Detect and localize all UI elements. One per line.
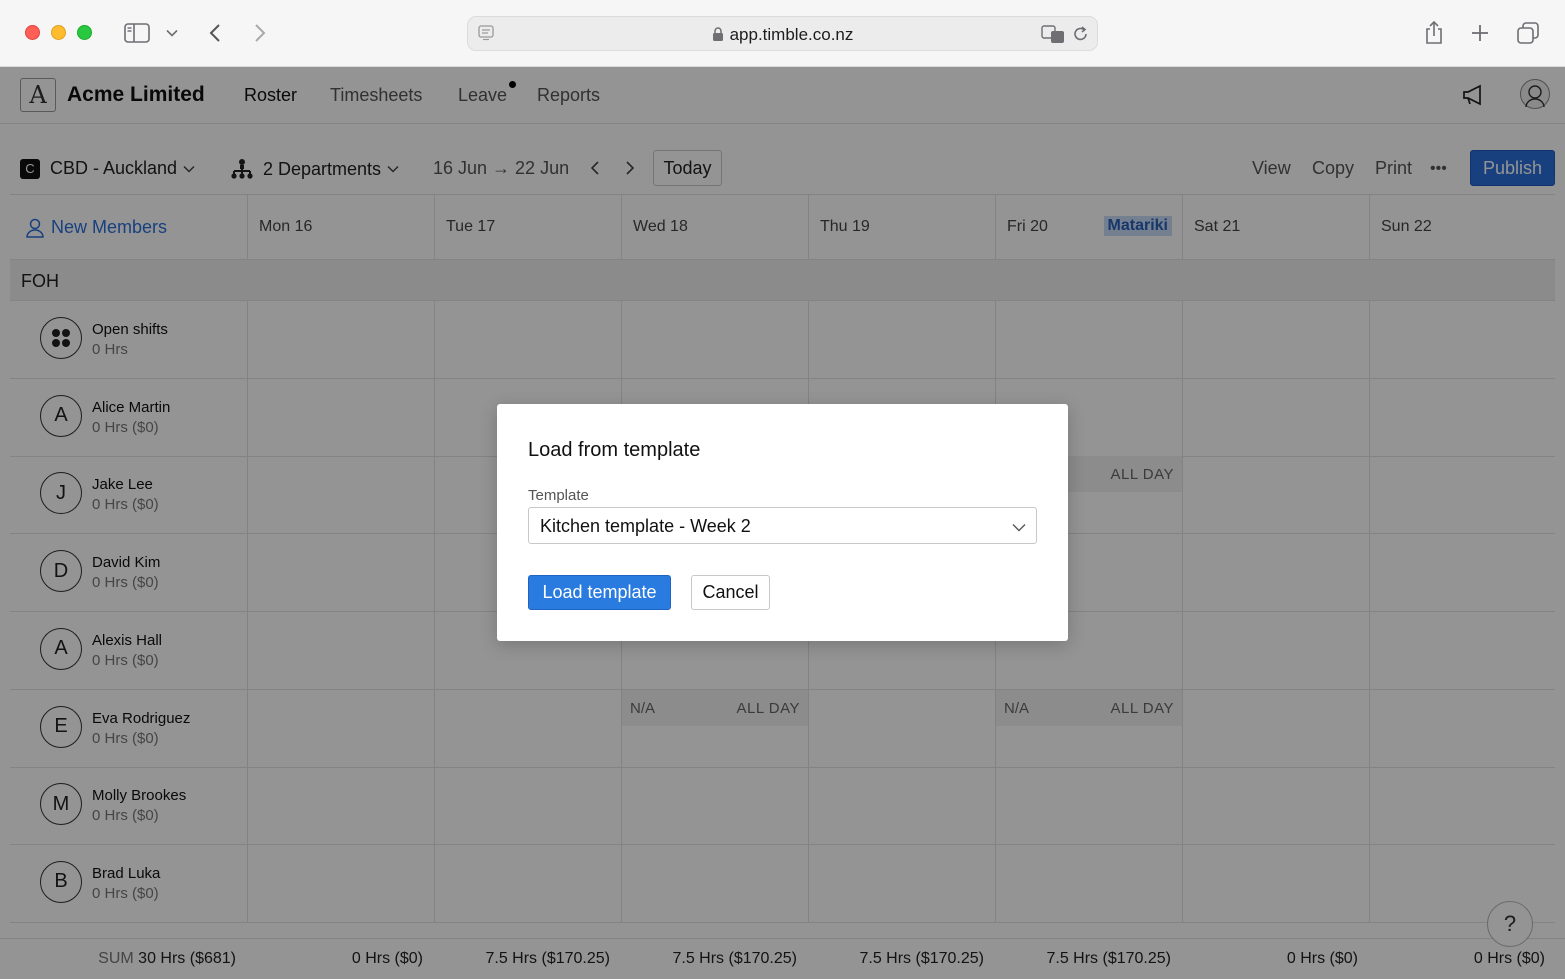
template-select-value: Kitchen template - Week 2 — [540, 516, 751, 536]
chevron-down-icon — [1012, 516, 1026, 537]
new-tab-icon[interactable] — [1469, 18, 1491, 48]
reload-icon[interactable] — [1073, 25, 1089, 48]
cancel-button[interactable]: Cancel — [691, 575, 770, 610]
address-bar[interactable]: app.timble.co.nz — [467, 16, 1098, 51]
tab-overview-icon[interactable] — [1516, 18, 1540, 48]
minimize-window-button[interactable] — [51, 25, 66, 40]
back-arrow-icon[interactable] — [204, 18, 226, 48]
translate-icon[interactable] — [1041, 24, 1065, 49]
lock-icon — [712, 27, 724, 47]
browser-toolbar: app.timble.co.nz — [0, 0, 1565, 67]
close-window-button[interactable] — [25, 25, 40, 40]
load-template-button[interactable]: Load template — [528, 575, 671, 610]
url-text: app.timble.co.nz — [468, 25, 1097, 47]
share-icon[interactable] — [1423, 18, 1445, 48]
url-label: app.timble.co.nz — [729, 25, 854, 44]
load-template-dialog: Load from template Template Kitchen temp… — [497, 404, 1068, 641]
template-field-label: Template — [528, 487, 589, 504]
forward-arrow-icon[interactable] — [249, 18, 271, 48]
template-select[interactable]: Kitchen template - Week 2 — [528, 507, 1037, 544]
chevron-down-icon[interactable] — [164, 18, 180, 48]
zoom-window-button[interactable] — [77, 25, 92, 40]
sidebar-toggle-icon[interactable] — [123, 18, 151, 48]
dialog-title: Load from template — [528, 439, 701, 461]
